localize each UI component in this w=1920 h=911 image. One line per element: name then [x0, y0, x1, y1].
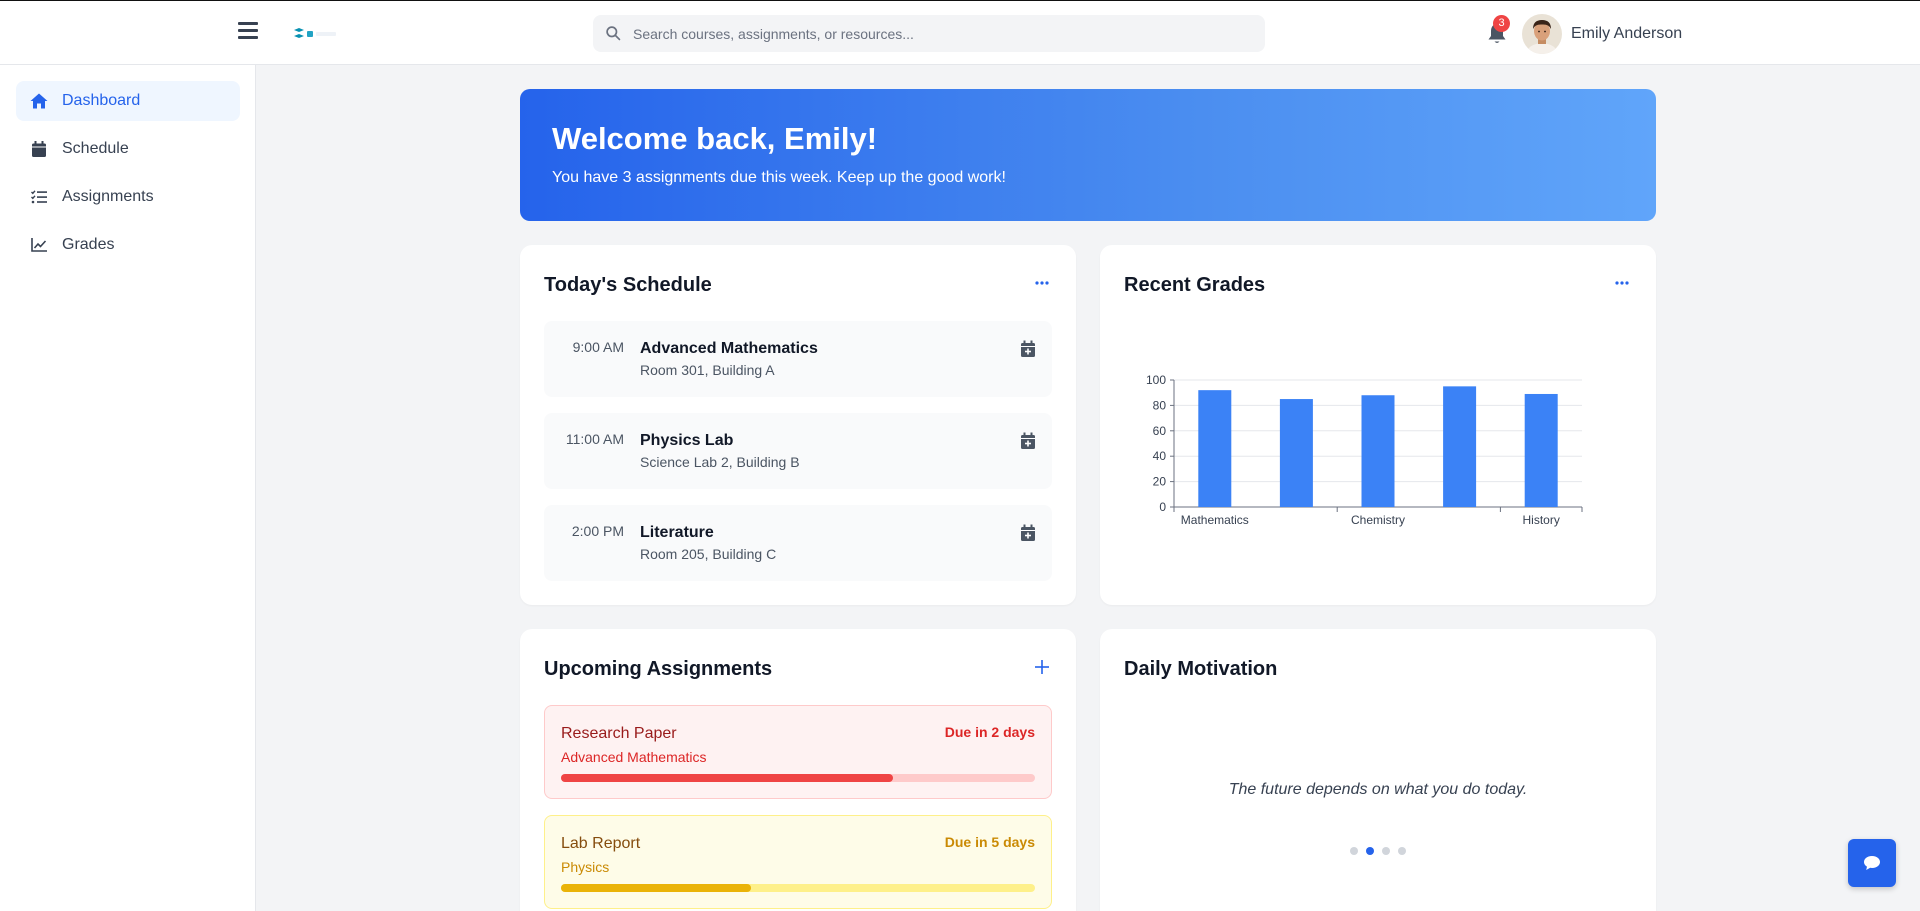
progress-bar	[561, 884, 1035, 892]
y-tick-label: 0	[1159, 500, 1166, 514]
grade-bar-history[interactable]	[1524, 393, 1558, 507]
avatar-image	[1522, 14, 1562, 54]
y-tick-label: 40	[1153, 449, 1167, 463]
calendar-plus-icon[interactable]	[1020, 340, 1036, 358]
grades-bar-chart: 0 20 40 60 80 100 Mathematics Chemistry History	[1146, 373, 1583, 527]
card-title: Daily Motivation	[1124, 658, 1278, 680]
home-icon	[30, 92, 48, 110]
welcome-title: Welcome back, Emily!	[552, 121, 878, 156]
search-input[interactable]	[633, 15, 1253, 52]
schedule-location: Room 205, Building C	[640, 546, 777, 562]
carousel-dots	[1100, 847, 1656, 855]
hamburger-menu-icon[interactable]	[238, 22, 258, 42]
assignments-card: Upcoming Assignments Research Paper Adva…	[520, 629, 1076, 911]
assignment-item[interactable]: Research Paper Advanced Mathematics Due …	[544, 705, 1052, 799]
assignment-due: Due in 5 days	[944, 834, 1035, 850]
motivation-quote: The future depends on what you do today.	[1228, 781, 1528, 798]
carousel-dot[interactable]	[1350, 847, 1358, 855]
y-tick-label: 60	[1153, 424, 1167, 438]
calendar-icon	[30, 140, 48, 158]
tasks-icon	[30, 188, 48, 206]
grade-bar-physics[interactable]	[1279, 399, 1313, 507]
schedule-location: Science Lab 2, Building B	[640, 454, 800, 470]
schedule-item[interactable]: 2:00 PM Literature Room 205, Building C	[544, 505, 1052, 581]
y-tick-label: 20	[1153, 475, 1167, 489]
sidebar-item-dashboard[interactable]: Dashboard	[16, 81, 240, 121]
chat-icon	[1864, 856, 1880, 870]
more-options-icon[interactable]	[1032, 273, 1052, 293]
sidebar-item-label: Grades	[62, 236, 115, 253]
user-name[interactable]: Emily Anderson	[1571, 25, 1682, 43]
progress-bar	[561, 774, 1035, 782]
schedule-card: Today's Schedule 9:00 AM Advanced Mathem…	[520, 245, 1076, 605]
welcome-banner: Welcome back, Emily! You have 3 assignme…	[520, 89, 1656, 221]
schedule-item[interactable]: 9:00 AM Advanced Mathematics Room 301, B…	[544, 321, 1052, 397]
schedule-location: Room 301, Building A	[640, 362, 775, 378]
welcome-subtitle: You have 3 assignments due this week. Ke…	[552, 169, 1006, 186]
chat-button[interactable]	[1848, 839, 1896, 887]
x-tick-label: Mathematics	[1181, 513, 1249, 527]
carousel-dot[interactable]	[1398, 847, 1406, 855]
schedule-item[interactable]: 11:00 AM Physics Lab Science Lab 2, Buil…	[544, 413, 1052, 489]
x-tick-label: History	[1523, 513, 1560, 527]
card-title: Upcoming Assignments	[544, 658, 773, 680]
search-icon	[606, 26, 621, 41]
assignment-course: Physics	[561, 859, 610, 875]
top-bar: 3 Emily Anderson	[0, 0, 1920, 65]
x-tick-label: Chemistry	[1351, 513, 1405, 527]
y-tick-label: 100	[1146, 373, 1166, 387]
grade-bar-literature[interactable]	[1443, 386, 1477, 507]
assignment-course: Advanced Mathematics	[561, 749, 707, 765]
schedule-course-name: Advanced Mathematics	[640, 340, 818, 357]
assignment-due: Due in 2 days	[944, 724, 1035, 740]
sidebar-item-assignments[interactable]: Assignments	[16, 177, 240, 217]
sidebar-item-schedule[interactable]: Schedule	[16, 129, 240, 169]
schedule-course-name: Literature	[640, 524, 714, 541]
progress-fill	[561, 774, 893, 782]
line-chart-icon	[30, 236, 48, 254]
schedule-time: 2:00 PM	[571, 523, 624, 539]
grade-bar-chemistry[interactable]	[1361, 395, 1395, 507]
notification-badge: 3	[1493, 15, 1510, 32]
schedule-time: 9:00 AM	[572, 339, 624, 355]
add-icon[interactable]	[1032, 657, 1052, 677]
app-logo[interactable]	[292, 27, 348, 41]
sidebar-item-label: Assignments	[62, 188, 154, 205]
y-tick-label: 80	[1153, 398, 1167, 412]
grades-card: Recent Grades 0 20 40 60 80 100 Mathematics Che…	[1100, 245, 1656, 605]
calendar-plus-icon[interactable]	[1020, 432, 1036, 450]
calendar-plus-icon[interactable]	[1020, 524, 1036, 542]
assignment-item[interactable]: Lab Report Physics Due in 5 days	[544, 815, 1052, 909]
grade-bar-mathematics[interactable]	[1198, 390, 1232, 507]
schedule-time: 11:00 AM	[565, 431, 624, 447]
search-bar[interactable]	[593, 15, 1265, 52]
sidebar-item-label: Dashboard	[62, 92, 141, 109]
assignment-title: Research Paper	[561, 725, 677, 742]
carousel-dot[interactable]	[1366, 847, 1374, 855]
schedule-course-name: Physics Lab	[640, 432, 734, 449]
card-title: Today's Schedule	[544, 274, 712, 296]
progress-fill	[561, 884, 751, 892]
motivation-card: Daily Motivation The future depends on w…	[1100, 629, 1656, 911]
avatar[interactable]	[1522, 14, 1562, 54]
assignment-title: Lab Report	[561, 835, 641, 852]
carousel-dot[interactable]	[1382, 847, 1390, 855]
sidebar: Dashboard Schedule Assignments Grades	[0, 65, 256, 911]
sidebar-item-label: Schedule	[62, 140, 129, 157]
sidebar-item-grades[interactable]: Grades	[16, 225, 240, 265]
